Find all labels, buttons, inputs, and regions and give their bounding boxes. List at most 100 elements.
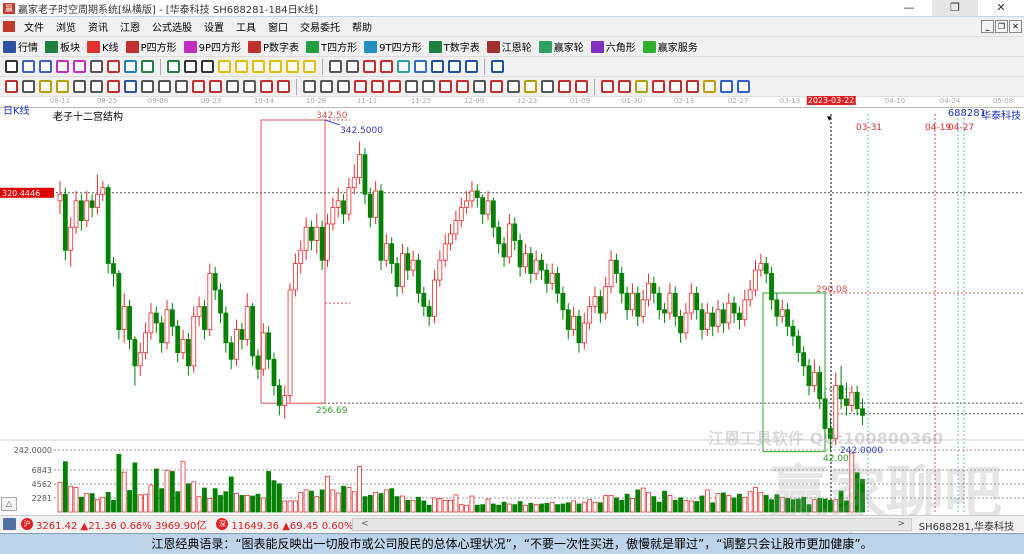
tool-icon[interactable] <box>141 60 154 73</box>
tool-icon[interactable] <box>422 80 435 93</box>
toolbar-button[interactable]: 六角形 <box>590 39 636 54</box>
scroll-left-button[interactable]: < <box>361 519 369 529</box>
tool-icon[interactable] <box>260 80 273 93</box>
tool-icon[interactable] <box>371 80 384 93</box>
tool-icon[interactable] <box>303 60 316 73</box>
tool-icon[interactable] <box>703 80 716 93</box>
tool-icon[interactable] <box>414 60 427 73</box>
tool-icon[interactable] <box>175 80 188 93</box>
tool-icon[interactable] <box>558 80 571 93</box>
tool-icon[interactable] <box>5 60 18 73</box>
toolbar-button[interactable]: 板块 <box>45 39 80 54</box>
tool-icon[interactable] <box>90 60 103 73</box>
tool-icon[interactable] <box>56 60 69 73</box>
tool-icon[interactable] <box>431 60 444 73</box>
tool-icon[interactable] <box>380 60 393 73</box>
tool-icon[interactable] <box>491 60 504 73</box>
tool-icon[interactable] <box>209 80 222 93</box>
tool-icon[interactable] <box>601 80 614 93</box>
scroll-right-button[interactable]: > <box>897 519 905 530</box>
tool-icon[interactable] <box>303 80 316 93</box>
tool-icon[interactable] <box>346 60 359 73</box>
tool-icon[interactable] <box>5 80 18 93</box>
tool-icon[interactable] <box>456 80 469 93</box>
tool-icon[interactable] <box>184 60 197 73</box>
mdi-minimize-button[interactable]: _ <box>981 20 994 33</box>
tool-icon[interactable] <box>618 80 631 93</box>
mdi-restore-button[interactable]: ❐ <box>995 20 1008 33</box>
tool-icon[interactable] <box>669 80 682 93</box>
menu-item[interactable]: 设置 <box>198 19 230 34</box>
tool-icon[interactable] <box>320 80 333 93</box>
menu-item[interactable]: 浏览 <box>50 19 82 34</box>
tool-icon[interactable] <box>73 80 86 93</box>
tool-icon[interactable] <box>73 60 86 73</box>
tool-icon[interactable] <box>107 80 120 93</box>
tool-icon[interactable] <box>448 60 461 73</box>
close-button[interactable]: ✕ <box>978 0 1024 16</box>
menu-item[interactable]: 资讯 <box>82 19 114 34</box>
tool-icon[interactable] <box>269 60 282 73</box>
tool-icon[interactable] <box>388 80 401 93</box>
kline-chart[interactable]: 242.0000 6843 4562 2281 320.4446 342.50 342.50… <box>0 108 1024 515</box>
maximize-button[interactable]: ❐ <box>932 0 978 16</box>
menu-item[interactable]: 公式选股 <box>146 19 198 34</box>
tool-icon[interactable] <box>465 60 478 73</box>
toolbar-button[interactable]: T四方形 <box>306 39 357 54</box>
tool-icon[interactable] <box>507 80 520 93</box>
tool-icon[interactable] <box>439 80 452 93</box>
tool-icon[interactable] <box>397 60 410 73</box>
tool-icon[interactable] <box>218 60 231 73</box>
toolbar-button[interactable]: 9T四方形 <box>364 39 422 54</box>
tool-icon[interactable] <box>635 80 648 93</box>
tool-icon[interactable] <box>56 80 69 93</box>
toolbar-button[interactable]: 赢家服务 <box>642 39 698 54</box>
tool-icon[interactable] <box>141 80 154 93</box>
tool-icon[interactable] <box>39 60 52 73</box>
tool-icon[interactable] <box>124 80 137 93</box>
menu-item[interactable]: 窗口 <box>262 19 294 34</box>
tool-icon[interactable] <box>107 60 120 73</box>
tool-icon[interactable] <box>286 60 299 73</box>
tool-icon[interactable] <box>90 80 103 93</box>
tool-icon[interactable] <box>541 80 554 93</box>
tool-icon[interactable] <box>252 60 265 73</box>
toolbar-button[interactable]: T数字表 <box>428 39 480 54</box>
minimize-button[interactable]: — <box>886 0 932 16</box>
tool-icon[interactable] <box>337 80 350 93</box>
tool-icon[interactable] <box>39 80 52 93</box>
volume-toggle-button[interactable]: △ <box>1 497 17 511</box>
calculator-icon[interactable] <box>3 518 16 530</box>
toolbar-button[interactable]: K线 <box>87 39 119 54</box>
tool-icon[interactable] <box>473 80 486 93</box>
tool-icon[interactable] <box>158 80 171 93</box>
menu-item[interactable]: 帮助 <box>346 19 378 34</box>
menu-item[interactable]: 江恩 <box>114 19 146 34</box>
tool-icon[interactable] <box>490 80 503 93</box>
tool-icon[interactable] <box>354 80 367 93</box>
tool-icon[interactable] <box>524 80 537 93</box>
toolbar-button[interactable]: 9P四方形 <box>183 39 241 54</box>
toolbar-button[interactable]: P数字表 <box>248 39 299 54</box>
menu-item[interactable]: 交易委托 <box>294 19 346 34</box>
tool-icon[interactable] <box>226 80 239 93</box>
tool-icon[interactable] <box>575 80 588 93</box>
tool-icon[interactable] <box>720 80 733 93</box>
tool-icon[interactable] <box>277 80 290 93</box>
tool-icon[interactable] <box>235 60 248 73</box>
toolbar-button[interactable]: P四方形 <box>125 39 177 54</box>
mdi-close-button[interactable]: ✕ <box>1009 20 1022 33</box>
toolbar-button[interactable]: 江恩轮 <box>486 39 532 54</box>
tool-icon[interactable] <box>192 80 205 93</box>
toolbar-button[interactable]: 行情 <box>3 39 38 54</box>
tool-icon[interactable] <box>167 60 180 73</box>
tool-icon[interactable] <box>329 60 342 73</box>
tool-icon[interactable] <box>22 60 35 73</box>
horizontal-scrollbar[interactable]: < > <box>352 518 912 531</box>
tool-icon[interactable] <box>686 80 699 93</box>
tool-icon[interactable] <box>201 60 214 73</box>
tool-icon[interactable] <box>405 80 418 93</box>
tool-icon[interactable] <box>737 80 750 93</box>
tool-icon[interactable] <box>363 60 376 73</box>
tool-icon[interactable] <box>22 80 35 93</box>
